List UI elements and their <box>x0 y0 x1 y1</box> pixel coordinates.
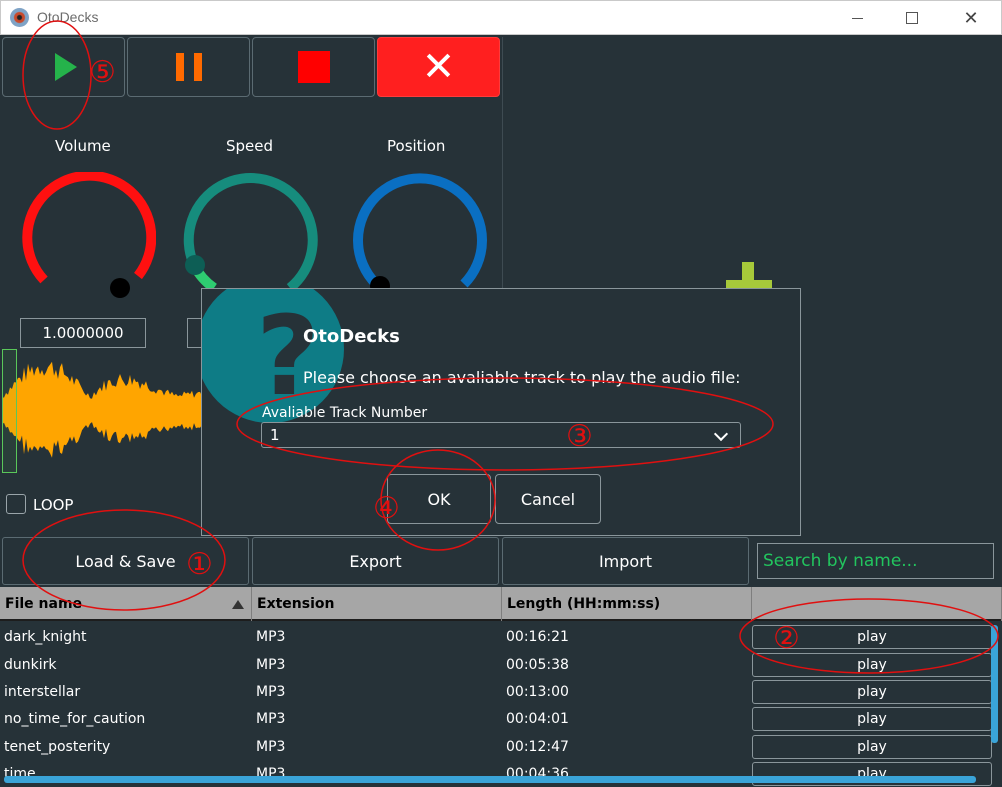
stop-button[interactable] <box>252 37 375 97</box>
table-row[interactable]: interstellar MP3 00:13:00 play <box>0 678 992 706</box>
playlist-header: File name Extension Length (HH:mm:ss) <box>0 587 1002 621</box>
speed-label: Speed <box>226 137 274 155</box>
import-button[interactable]: Import <box>502 537 749 585</box>
track-number-label: Avaliable Track Number <box>262 405 428 421</box>
file-name-cell: dark_knight <box>4 629 87 645</box>
dialog-message: Please choose an avaliable track to play… <box>303 368 741 387</box>
play-track-button[interactable]: play <box>752 653 992 677</box>
play-button[interactable] <box>2 37 125 97</box>
search-input[interactable]: Search by name... <box>757 543 994 579</box>
length-cell: 00:12:47 <box>506 739 569 755</box>
play-track-button[interactable]: play <box>752 680 992 704</box>
horizontal-scrollbar[interactable] <box>4 776 976 783</box>
file-name-cell: dunkirk <box>4 657 57 673</box>
length-cell: 00:05:38 <box>506 657 569 673</box>
file-name-cell: no_time_for_caution <box>4 711 146 727</box>
play-track-button[interactable]: play <box>752 735 992 759</box>
extension-cell: MP3 <box>256 739 286 755</box>
table-row[interactable]: no_time_for_caution MP3 00:04:01 play <box>0 705 992 733</box>
play-icon <box>54 53 77 81</box>
window-close-button[interactable]: ✕ <box>956 5 986 31</box>
app-window: OtoDecks ✕ ✕ Volume Speed Position 1.000… <box>0 0 1002 787</box>
export-button[interactable]: Export <box>252 537 499 585</box>
column-file-name[interactable]: File name <box>0 587 252 621</box>
play-track-button[interactable]: play <box>752 625 992 649</box>
track-select-dialog: ? OtoDecks Please choose an avaliable tr… <box>201 288 801 536</box>
remove-deck-button[interactable]: ✕ <box>377 37 500 97</box>
pause-button[interactable] <box>127 37 250 97</box>
file-name-cell: interstellar <box>4 684 81 700</box>
playlist-table: dark_knight MP3 00:16:21 play dunkirk MP… <box>0 623 1002 787</box>
title-bar: OtoDecks ✕ <box>0 0 1002 35</box>
volume-value-box[interactable]: 1.0000000 <box>20 318 146 348</box>
extension-cell: MP3 <box>256 684 286 700</box>
volume-knob-thumb <box>110 278 130 298</box>
vertical-scrollbar[interactable] <box>991 625 998 743</box>
ok-button[interactable]: OK <box>387 474 491 524</box>
column-extension[interactable]: Extension <box>252 587 502 621</box>
extension-cell: MP3 <box>256 629 286 645</box>
close-icon: ✕ <box>421 44 456 90</box>
position-knob[interactable] <box>346 172 488 302</box>
playhead-marker[interactable] <box>2 349 17 473</box>
length-cell: 00:04:01 <box>506 711 569 727</box>
table-row[interactable]: dunkirk MP3 00:05:38 play <box>0 651 992 679</box>
window-title: OtoDecks <box>37 9 99 25</box>
svg-text:?: ? <box>256 292 320 420</box>
extension-cell: MP3 <box>256 711 286 727</box>
table-row[interactable]: tenet_posterity MP3 00:12:47 play <box>0 733 992 761</box>
dialog-title: OtoDecks <box>303 326 400 347</box>
loop-checkbox[interactable] <box>6 494 26 514</box>
length-cell: 00:13:00 <box>506 684 569 700</box>
position-label: Position <box>387 137 446 155</box>
cancel-button[interactable]: Cancel <box>495 474 601 524</box>
play-track-button[interactable]: play <box>752 707 992 731</box>
volume-label: Volume <box>55 137 111 155</box>
chevron-down-icon <box>713 426 729 442</box>
sort-ascending-icon <box>232 600 244 609</box>
speed-knob[interactable] <box>180 172 322 302</box>
selected-track-value: 1 <box>270 426 280 444</box>
question-icon: ? <box>202 289 344 423</box>
load-save-button[interactable]: Load & Save <box>2 537 249 585</box>
loop-label: LOOP <box>33 496 74 514</box>
column-action[interactable] <box>752 587 1002 621</box>
app-logo-icon <box>10 8 29 27</box>
stop-icon <box>297 51 330 83</box>
speed-knob-thumb <box>185 255 205 275</box>
extension-cell: MP3 <box>256 657 286 673</box>
file-name-cell: tenet_posterity <box>4 739 111 755</box>
pause-icon <box>175 53 202 81</box>
maximize-button[interactable] <box>897 5 927 31</box>
length-cell: 00:16:21 <box>506 629 569 645</box>
volume-knob[interactable] <box>14 172 156 302</box>
table-row[interactable]: dark_knight MP3 00:16:21 play <box>0 623 992 651</box>
minimize-button[interactable] <box>842 5 872 31</box>
column-length[interactable]: Length (HH:mm:ss) <box>502 587 752 621</box>
track-number-select[interactable]: 1 <box>261 422 741 448</box>
